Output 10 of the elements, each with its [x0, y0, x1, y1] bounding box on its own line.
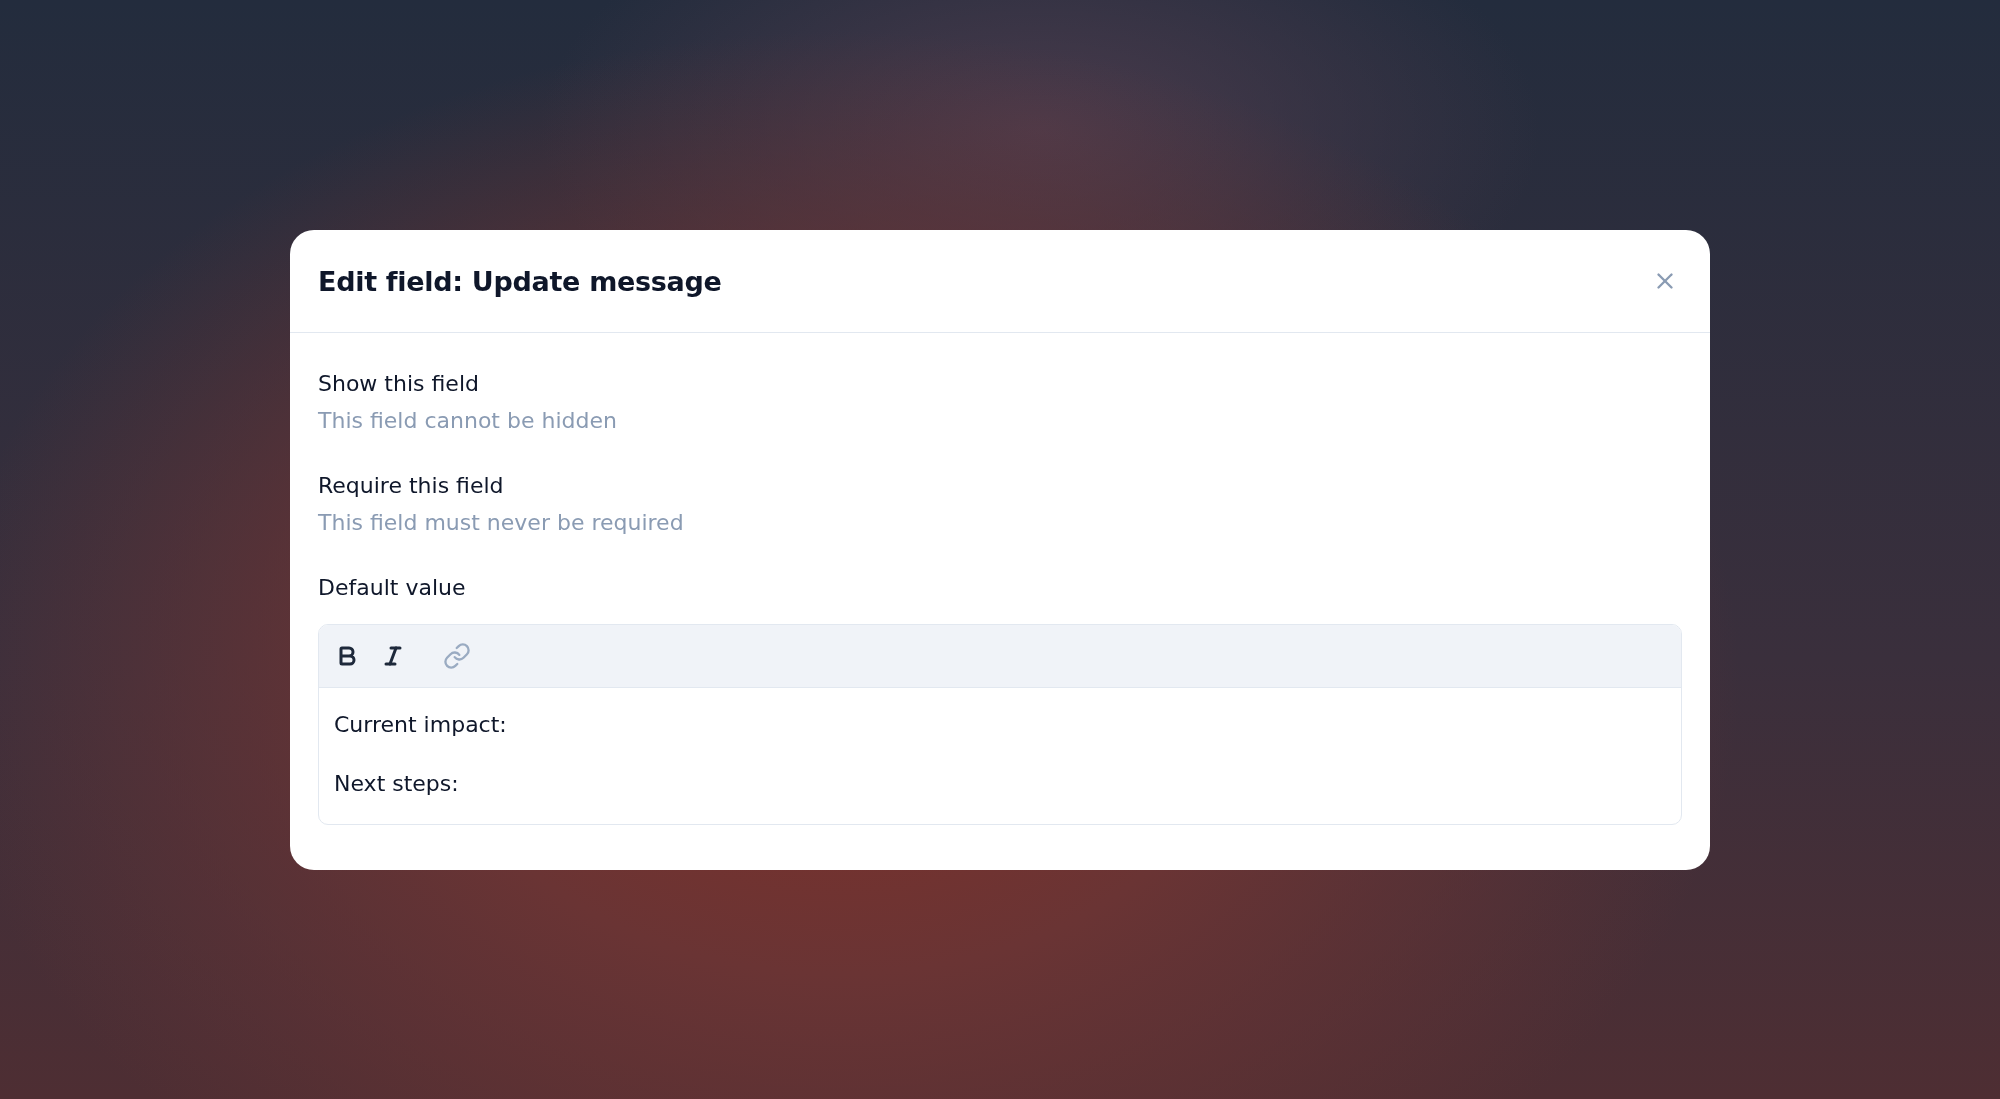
dialog-title: Edit field: Update message — [318, 265, 722, 297]
setting-note: This field must never be required — [318, 510, 685, 535]
setting-label: Show this field — [318, 371, 480, 396]
setting-note: This field cannot be hidden — [318, 408, 618, 433]
editor-text-line: Next steps: — [334, 771, 460, 796]
link-icon — [443, 642, 471, 670]
editor-text-line: Current impact: — [334, 712, 508, 737]
field-label: Default value — [318, 575, 467, 600]
setting-label: Require this field — [318, 473, 505, 498]
rich-text-editor[interactable]: Current impact: Next steps: — [318, 624, 1682, 825]
